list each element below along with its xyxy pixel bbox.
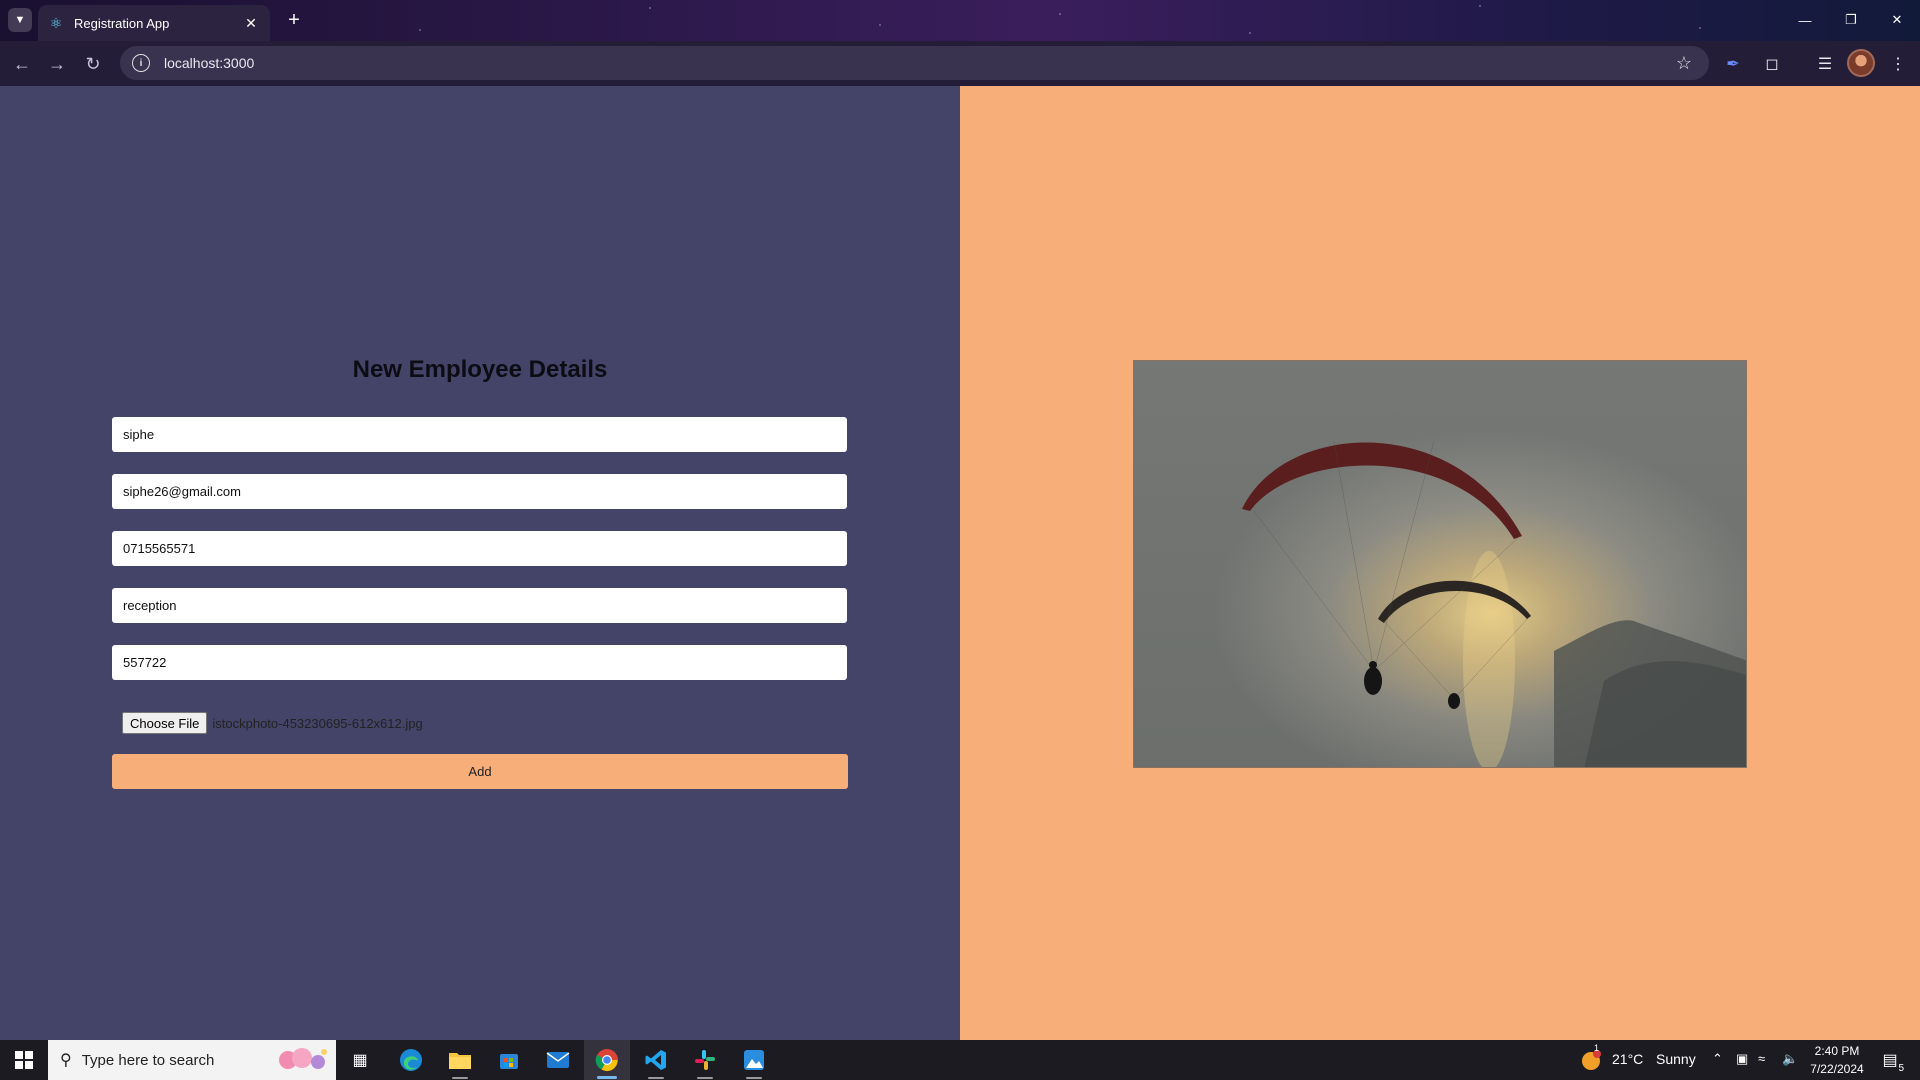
reload-button[interactable]: ↻ xyxy=(79,50,107,78)
paragliders-sunset-image xyxy=(1133,360,1747,768)
site-info-icon[interactable]: i xyxy=(132,54,150,72)
more-menu-icon[interactable]: ⋮ xyxy=(1884,50,1912,78)
profile-avatar[interactable] xyxy=(1847,49,1875,77)
choose-file-button[interactable]: Choose File xyxy=(122,712,208,734)
weather-badge: 1 xyxy=(1594,1043,1600,1053)
file-input: Choose File istockphoto-453230695-612x61… xyxy=(122,712,423,734)
network-icon[interactable]: ≈ xyxy=(1758,1051,1765,1066)
windows-taskbar: ⚲ Type here to search ▦ 1 21°C Sunny ⌃ ▣… xyxy=(0,1040,1920,1080)
edge-icon xyxy=(400,1049,422,1071)
vscode-icon xyxy=(645,1050,666,1070)
store-icon xyxy=(500,1054,518,1069)
reload-icon: ↻ xyxy=(85,53,101,74)
photos-icon xyxy=(744,1050,764,1070)
taskbar-chrome[interactable] xyxy=(584,1040,630,1080)
department-input[interactable]: reception xyxy=(112,588,847,623)
browser-toolbar: ← → ↻ i localhost:3000 ☆ ✒ ◻ ☰ ⋮ xyxy=(0,41,1920,86)
selected-file-name: istockphoto-453230695-612x612.jpg xyxy=(212,715,423,731)
start-button[interactable] xyxy=(0,1040,48,1080)
windows-logo-icon xyxy=(15,1051,33,1069)
form-title: New Employee Details xyxy=(352,356,608,383)
chrome-icon xyxy=(595,1049,618,1072)
media-control-icon[interactable]: ☰ xyxy=(1811,50,1839,78)
task-view-icon: ▦ xyxy=(352,1052,368,1069)
url-text[interactable]: localhost:3000 xyxy=(164,55,1667,71)
close-window-button[interactable]: ✕ xyxy=(1874,6,1920,34)
notification-count: 5 xyxy=(1898,1063,1904,1074)
taskbar-store[interactable] xyxy=(486,1040,532,1080)
taskbar-edge[interactable] xyxy=(388,1040,434,1080)
folder-icon xyxy=(449,1053,471,1069)
volume-icon[interactable]: 🔈 xyxy=(1782,1051,1798,1067)
notification-icon: ▤ xyxy=(1882,1052,1898,1069)
restore-button[interactable]: ❐ xyxy=(1828,6,1874,34)
clock-date[interactable]: 7/22/2024 xyxy=(1806,1062,1868,1076)
id-input[interactable]: 557722 xyxy=(112,645,847,680)
taskbar-vscode[interactable] xyxy=(633,1040,679,1080)
new-tab-button[interactable]: + xyxy=(282,8,306,32)
form-panel: New Employee Details siphe siphe26@gmail… xyxy=(0,86,960,1040)
tab-search-button[interactable]: ▼ xyxy=(8,8,32,32)
taskbar-file-explorer[interactable] xyxy=(437,1040,483,1080)
arrow-left-icon: ← xyxy=(13,53,31,74)
back-button[interactable]: ← xyxy=(8,50,36,78)
mail-icon xyxy=(546,1052,570,1068)
forward-button[interactable]: → xyxy=(43,50,71,78)
task-view-button[interactable]: ▦ xyxy=(337,1040,383,1080)
chevron-down-icon: ▼ xyxy=(14,14,26,26)
show-hidden-icons-chevron-icon[interactable]: ⌃ xyxy=(1712,1051,1723,1067)
pen-icon[interactable]: ✒ xyxy=(1719,50,1747,78)
taskbar-photos[interactable] xyxy=(731,1040,777,1080)
search-icon: ⚲ xyxy=(60,1052,72,1069)
browser-tab-active[interactable]: ⚛ Registration App ✕ xyxy=(38,5,270,41)
address-bar[interactable]: i localhost:3000 ☆ xyxy=(120,46,1709,80)
email-input[interactable]: siphe26@gmail.com xyxy=(112,474,847,509)
meet-now-icon[interactable]: ▣ xyxy=(1736,1051,1748,1067)
notification-center-button[interactable]: ▤ 5 xyxy=(1870,1040,1910,1080)
search-placeholder: Type here to search xyxy=(81,1051,215,1069)
taskbar-search[interactable]: ⚲ Type here to search xyxy=(48,1040,336,1080)
close-tab-icon[interactable]: ✕ xyxy=(242,15,260,32)
tab-title: Registration App xyxy=(74,15,170,31)
react-favicon-icon: ⚛ xyxy=(49,14,63,31)
slack-icon xyxy=(695,1050,715,1070)
paragliders-photo xyxy=(1134,361,1746,767)
clock-time[interactable]: 2:40 PM xyxy=(1813,1044,1861,1058)
page-content: New Employee Details siphe siphe26@gmail… xyxy=(0,86,1920,1040)
weather-condition[interactable]: Sunny xyxy=(1656,1051,1696,1067)
arrow-right-icon: → xyxy=(48,53,66,74)
taskbar-mail[interactable] xyxy=(535,1040,581,1080)
extensions-icon[interactable]: ◻ xyxy=(1758,50,1786,78)
browser-tab-strip: ▼ ⚛ Registration App ✕ + — ❐ ✕ xyxy=(0,0,1920,41)
phone-input[interactable]: 0715565571 xyxy=(112,531,847,566)
minimize-button[interactable]: — xyxy=(1782,6,1828,34)
preview-panel xyxy=(960,86,1920,1040)
add-button[interactable]: Add xyxy=(112,754,848,789)
taskbar-slack[interactable] xyxy=(682,1040,728,1080)
name-input[interactable]: siphe xyxy=(112,417,847,452)
weather-temperature[interactable]: 21°C xyxy=(1612,1051,1643,1067)
bookmark-star-icon[interactable]: ☆ xyxy=(1667,53,1701,74)
search-highlight-illustration xyxy=(279,1048,327,1069)
